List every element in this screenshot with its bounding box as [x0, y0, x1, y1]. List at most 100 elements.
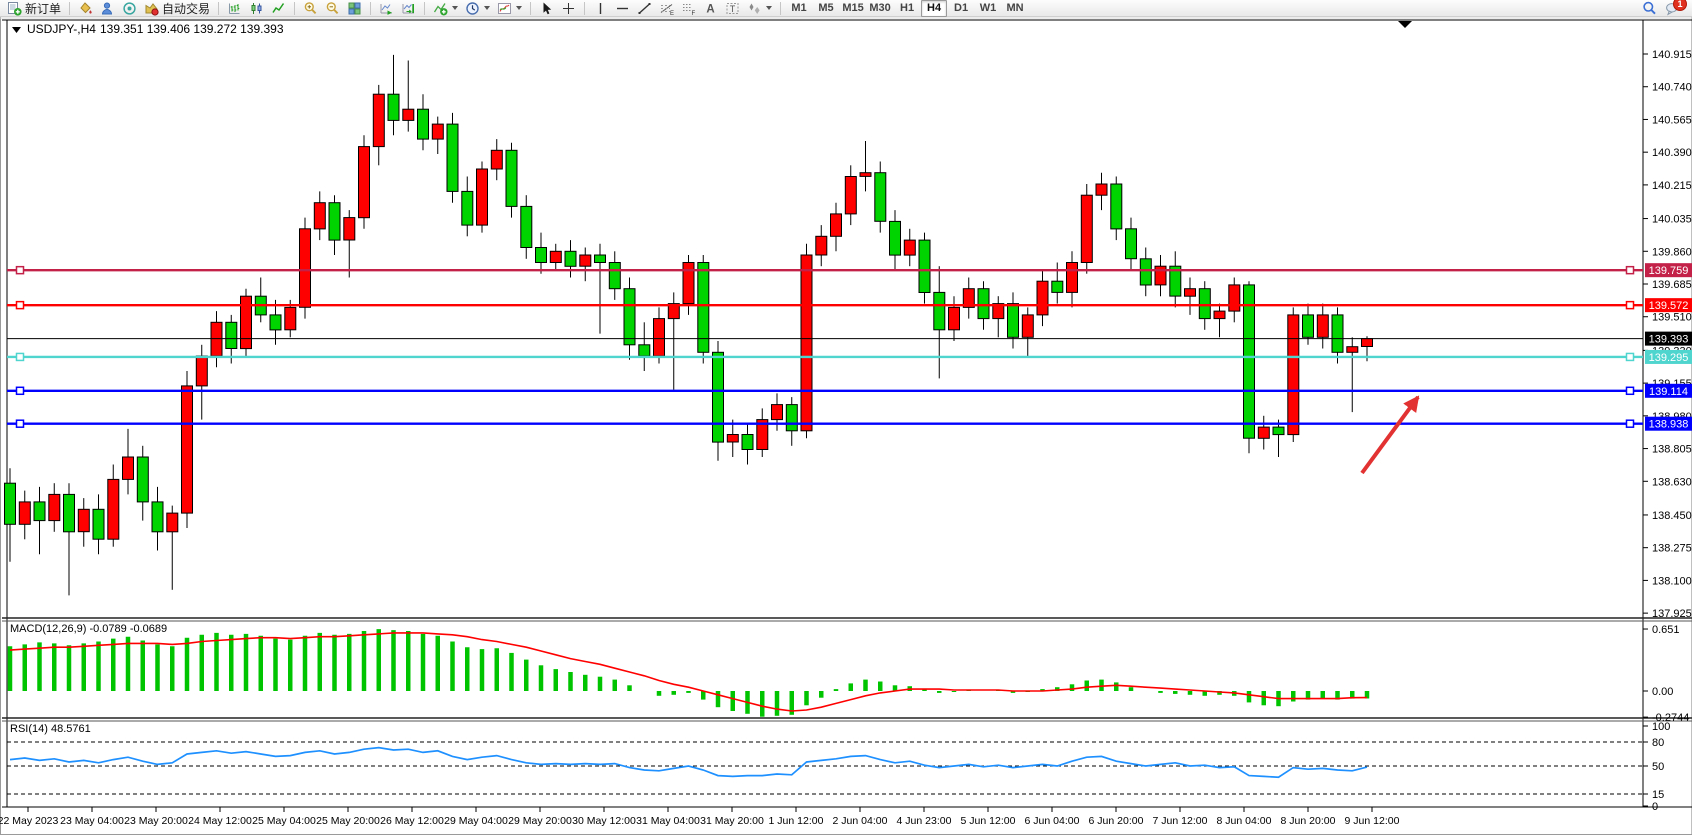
price-tick-label: 138.450 — [1652, 510, 1692, 522]
timeframe-m5-button[interactable]: M5 — [813, 0, 839, 17]
line-handle[interactable] — [1627, 420, 1634, 427]
arrows-button[interactable] — [744, 0, 775, 17]
time-label[interactable]: 6 Jun 04:00 — [1025, 815, 1080, 827]
timeframe-w1-button[interactable]: W1 — [975, 0, 1001, 17]
cursor-button[interactable] — [536, 0, 557, 17]
zoom-out-button[interactable] — [322, 0, 343, 17]
time-label[interactable]: 4 Jun 23:00 — [897, 815, 952, 827]
auto-trading-button[interactable]: 自动交易 — [141, 0, 213, 17]
line-handle[interactable] — [1627, 302, 1634, 309]
timeframe-d1-button[interactable]: D1 — [948, 0, 974, 17]
new-order-button-label: 新订单 — [25, 0, 61, 17]
templates-button[interactable] — [494, 0, 525, 17]
line-handle[interactable] — [1627, 387, 1634, 394]
candle-body — [742, 435, 753, 450]
equidistant-channel-button[interactable]: F — [678, 0, 699, 17]
candle-body — [1332, 315, 1343, 352]
crosshair-button[interactable] — [558, 0, 579, 17]
time-label[interactable]: 9 Jun 12:00 — [1345, 815, 1400, 827]
timeframe-h4-button[interactable]: H4 — [921, 0, 947, 17]
price-line-badge-label: 139.295 — [1649, 352, 1689, 364]
time-label[interactable]: 25 May 04:00 — [252, 815, 316, 827]
candle-body — [329, 203, 340, 240]
time-label[interactable]: 23 May 20:00 — [124, 815, 188, 827]
auto-scroll-button[interactable] — [376, 0, 397, 17]
timeframe-m15-button[interactable]: M15 — [840, 0, 866, 17]
time-label[interactable]: 31 May 20:00 — [700, 815, 764, 827]
time-label[interactable]: 29 May 04:00 — [444, 815, 508, 827]
indicators-button[interactable] — [430, 0, 461, 17]
mt4-window: 新订单 自动交易 EFAT M1M5M15M30H1H4D1W1MN 1 140.915… — [0, 0, 1692, 835]
price-tick-label: 140.740 — [1652, 82, 1692, 94]
macd-label: MACD(12,26,9) -0.0789 -0.0689 — [10, 623, 167, 635]
chevron-down-icon[interactable] — [484, 6, 490, 10]
toolbar-separator — [294, 2, 295, 15]
toolbar-separator — [530, 2, 531, 15]
candle-body — [108, 479, 119, 539]
vertical-line-button[interactable] — [590, 0, 611, 17]
styles-button[interactable] — [75, 0, 96, 17]
candle-body — [211, 322, 222, 356]
candle-body — [595, 255, 606, 263]
chevron-down-icon[interactable] — [452, 6, 458, 10]
price-line-badge-label: 138.938 — [1649, 419, 1689, 431]
time-label[interactable]: 7 Jun 12:00 — [1153, 815, 1208, 827]
time-label[interactable]: 23 May 04:00 — [60, 815, 124, 827]
time-label[interactable]: 1 Jun 12:00 — [769, 815, 824, 827]
line-handle[interactable] — [1627, 353, 1634, 360]
notifications-button[interactable]: 1 — [1665, 1, 1680, 16]
line-handle[interactable] — [17, 302, 24, 309]
time-label[interactable]: 29 May 20:00 — [508, 815, 572, 827]
candlestick-chart-button[interactable] — [246, 0, 267, 17]
timeframe-m1-button[interactable]: M1 — [786, 0, 812, 17]
line-chart-button[interactable] — [268, 0, 289, 17]
time-label[interactable]: 8 Jun 04:00 — [1217, 815, 1272, 827]
svg-text:E: E — [670, 11, 674, 16]
candle-body — [875, 173, 886, 222]
fibonacci-button[interactable]: E — [656, 0, 677, 17]
line-handle[interactable] — [17, 387, 24, 394]
line-handle[interactable] — [1627, 267, 1634, 274]
time-label[interactable]: 22 May 2023 — [0, 815, 59, 827]
candle-body — [904, 240, 915, 255]
bar-chart-button[interactable] — [224, 0, 245, 17]
trendline-button[interactable] — [634, 0, 655, 17]
candle-body — [772, 405, 783, 420]
chart-shift-button[interactable] — [398, 0, 419, 17]
macd-axis-label: 0.651 — [1652, 624, 1680, 636]
chevron-down-icon[interactable] — [516, 6, 522, 10]
line-handle[interactable] — [17, 267, 24, 274]
rsi-label: RSI(14) 48.5761 — [10, 723, 91, 735]
signals-button[interactable] — [119, 0, 140, 17]
time-label[interactable]: 24 May 12:00 — [188, 815, 252, 827]
candle-body — [167, 513, 178, 532]
toolbar-separator — [370, 2, 371, 15]
periods-button[interactable] — [462, 0, 493, 17]
candle-body — [491, 150, 502, 169]
chart-canvas[interactable]: 140.915140.740140.565140.390140.215140.0… — [0, 17, 1692, 835]
timeframe-h1-button[interactable]: H1 — [894, 0, 920, 17]
time-label[interactable]: 26 May 12:00 — [380, 815, 444, 827]
time-label[interactable]: 30 May 12:00 — [572, 815, 636, 827]
new-order-button[interactable]: 新订单 — [4, 0, 64, 17]
timeframe-mn-button[interactable]: MN — [1002, 0, 1028, 17]
rsi-axis-label: 50 — [1652, 761, 1664, 773]
time-label[interactable]: 6 Jun 20:00 — [1089, 815, 1144, 827]
time-label[interactable]: 31 May 04:00 — [636, 815, 700, 827]
text-button[interactable]: A — [700, 0, 721, 17]
time-label[interactable]: 8 Jun 20:00 — [1281, 815, 1336, 827]
market-profile-button[interactable] — [97, 0, 118, 17]
time-label[interactable]: 25 May 20:00 — [316, 815, 380, 827]
fibonacci-icon: E — [659, 1, 674, 16]
line-handle[interactable] — [17, 353, 24, 360]
timeframe-m30-button[interactable]: M30 — [867, 0, 893, 17]
horizontal-line-button[interactable] — [612, 0, 633, 17]
text-label-button[interactable]: T — [722, 0, 743, 17]
time-label[interactable]: 5 Jun 12:00 — [961, 815, 1016, 827]
tile-windows-button[interactable] — [344, 0, 365, 17]
time-label[interactable]: 2 Jun 04:00 — [833, 815, 888, 827]
search-button[interactable] — [1642, 1, 1657, 16]
chevron-down-icon[interactable] — [766, 6, 772, 10]
line-handle[interactable] — [17, 420, 24, 427]
zoom-in-button[interactable] — [300, 0, 321, 17]
